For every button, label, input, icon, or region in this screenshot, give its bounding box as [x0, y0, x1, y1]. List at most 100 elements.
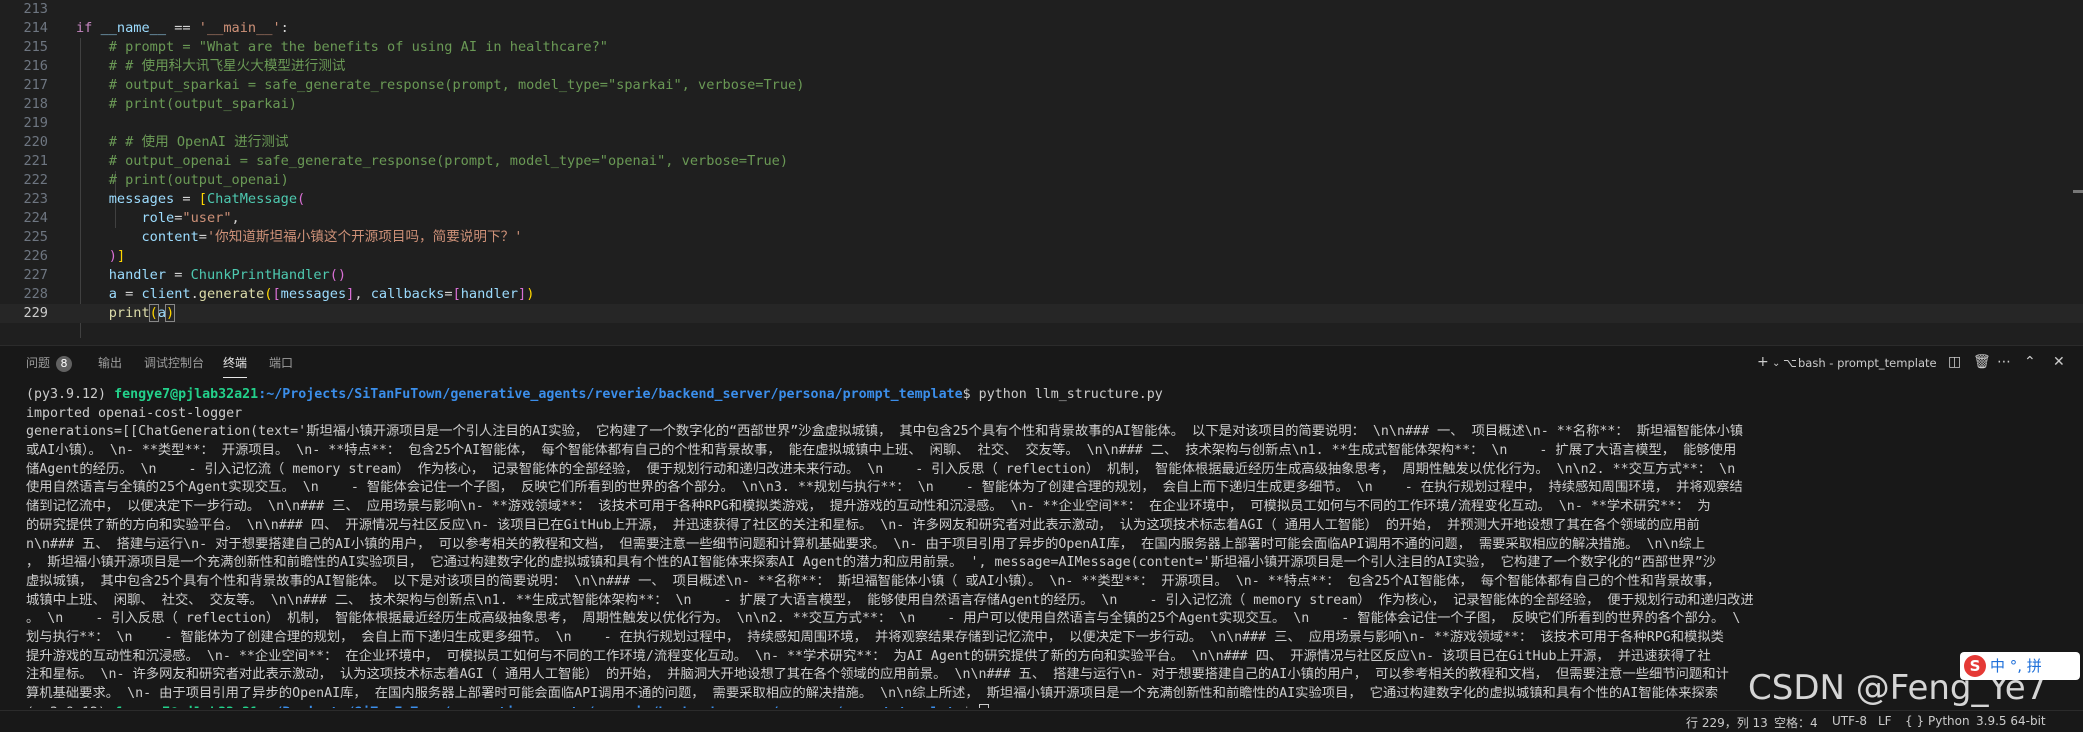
tab-problems[interactable]: 问题 8 — [26, 355, 73, 377]
code-line[interactable]: 225 content='你知道斯坦福小镇这个开源项目吗，简要说明下？' — [0, 228, 2083, 247]
indentation-setting[interactable]: 空格：4 — [1774, 714, 1818, 731]
bottom-panel: 问题 8 输出 调试控制台 终端 端口 + ⌄ ⌥ bash - prompt_t… — [0, 345, 2083, 711]
code-comment: # # 使用科大讯飞星火大模型进行测试 — [108, 58, 346, 74]
tab-label: 输出 — [98, 356, 123, 370]
terminal-line: ， 斯坦福小镇开源项目是一个充满创新性和前瞻性的AI实验项目， 它通过构建数字化… — [26, 555, 1717, 571]
code-line[interactable]: 215 # prompt = "What are the benefits of… — [0, 38, 2083, 57]
code-token: print — [108, 305, 150, 321]
code-comment: # # 使用 OpenAI 进行测试 — [108, 134, 289, 150]
close-panel-icon[interactable]: ✕ — [2053, 354, 2065, 370]
line-number: 221 — [23, 153, 48, 169]
trash-icon[interactable]: 🗑 — [1973, 354, 1991, 370]
code-line[interactable]: 221 # output_openai = safe_generate_resp… — [0, 152, 2083, 171]
line-number: 214 — [23, 20, 48, 36]
code-line[interactable]: 226 )] — [0, 247, 2083, 266]
terminal-icon: ⌥ — [1783, 356, 1797, 370]
line-number: 224 — [23, 210, 48, 226]
tab-label: 终端 — [223, 356, 248, 370]
code-token: a — [157, 305, 167, 321]
panel-tabs: 问题 8 输出 调试控制台 终端 端口 + ⌄ ⌥ bash - prompt_t… — [0, 346, 2083, 380]
tab-output[interactable]: 输出 — [98, 355, 122, 377]
code-editor[interactable]: 213 214 if __name__ == '__main__': 215 # … — [0, 0, 2083, 338]
split-terminal-icon[interactable]: ◫ — [1948, 354, 1961, 370]
terminal-line: 储Agent的经历。 \n - 引入记忆流（ memory stream） 作为… — [26, 461, 1736, 477]
watermark: CSDN @Feng_Ye7 — [1748, 668, 2048, 708]
maximize-panel-icon[interactable]: ⌃ — [2024, 354, 2036, 370]
cwd-path: :~/Projects/SiTanFuTown/generative_agent… — [258, 705, 962, 708]
code-line-current[interactable]: 229 print(a) — [0, 304, 2083, 323]
language-status-icon[interactable]: { } — [1905, 714, 1924, 728]
terminal-line: 的研究提供了新的方向和实验平台。 \n\n### 四、 开源情况与社区反应\n-… — [26, 517, 1700, 533]
terminal-prompt: $ — [963, 705, 979, 708]
code-line[interactable]: 228 a = client.generate([messages], call… — [0, 285, 2083, 304]
terminal-line: imported openai-cost-logger — [26, 405, 243, 421]
line-number: 219 — [23, 115, 48, 131]
tab-terminal[interactable]: 终端 — [223, 355, 248, 378]
code-token: callbacks — [370, 286, 445, 302]
code-token: = — [174, 191, 199, 207]
python-env: (py3.9.12) — [26, 705, 106, 708]
code-token: messages — [108, 191, 175, 207]
code-token: __name__ — [100, 20, 167, 36]
status-bar: 行 229，列 13 空格：4 UTF-8 LF { } Python 3.9.… — [0, 710, 2083, 732]
code-line[interactable]: 220 # # 使用 OpenAI 进行测试 — [0, 133, 2083, 152]
more-actions-icon[interactable]: ⋯ — [1997, 354, 2011, 370]
code-comment: # prompt = "What are the benefits of usi… — [108, 39, 608, 55]
code-comment: # output_openai = safe_generate_response… — [108, 153, 789, 169]
code-line[interactable]: 227 handler = ChunkPrintHandler() — [0, 266, 2083, 285]
code-line[interactable]: 223 messages = [ChatMessage( — [0, 190, 2083, 209]
code-line[interactable]: 218 # print(output_sparkai) — [0, 95, 2083, 114]
line-number: 215 — [23, 39, 48, 55]
terminal-name[interactable]: bash - prompt_template — [1798, 356, 1937, 370]
line-number: 229 — [23, 305, 48, 321]
line-number: 222 — [23, 172, 48, 188]
terminal-line: 使用自然语言与全镇的25个Agent实现交互。 \n - 智能体会记住一个子图，… — [26, 480, 1743, 496]
code-token: generate — [198, 286, 265, 302]
tab-label: 端口 — [269, 356, 294, 370]
chevron-down-icon[interactable]: ⌄ — [1772, 358, 1780, 369]
code-token: == — [166, 20, 199, 36]
user-host: fengye7@pjlab32a21 — [114, 705, 258, 708]
code-line[interactable]: 216 # # 使用科大讯飞星火大模型进行测试 — [0, 57, 2083, 76]
terminal-line: 或AI小镇）。 \n- **类型**： 开源项目。 \n- **特点**： 包含… — [26, 443, 1737, 459]
tab-ports[interactable]: 端口 — [269, 355, 293, 377]
code-token: "user" — [182, 210, 232, 226]
language-mode[interactable]: Python — [1928, 714, 1970, 728]
tab-debug-console[interactable]: 调试控制台 — [144, 355, 204, 377]
code-token: client — [141, 286, 191, 302]
line-number: 218 — [23, 96, 48, 112]
python-interpreter[interactable]: 3.9.5 64-bit — [1976, 714, 2046, 728]
code-token: '__main__' — [198, 20, 281, 36]
line-number: 225 — [23, 229, 48, 245]
code-line[interactable]: 217 # output_sparkai = safe_generate_res… — [0, 76, 2083, 95]
code-token: : — [280, 20, 289, 36]
terminal-line: 城镇中上班、 闲聊、 社交、 交友等。 \n\n### 二、 技术架构与创新点\… — [26, 592, 1754, 608]
code-line[interactable]: 219 — [0, 114, 2083, 133]
line-number: 228 — [23, 286, 48, 302]
line-number: 227 — [23, 267, 48, 283]
line-number: 220 — [23, 134, 48, 150]
code-line[interactable]: 214 if __name__ == '__main__': — [0, 19, 2083, 38]
line-ending[interactable]: LF — [1878, 714, 1892, 728]
user-host: fengye7@pjlab32a21 — [114, 387, 259, 402]
terminal-line: 虚拟城镇， 其中包含25个具有个性和背景故事的AI智能体。 以下是对该项目的简要… — [26, 573, 1721, 589]
code-token: ChunkPrintHandler — [190, 267, 330, 283]
code-line[interactable]: 222 # print(output_openai) — [0, 171, 2083, 190]
line-number: 223 — [23, 191, 48, 207]
line-number: 216 — [23, 58, 48, 74]
code-comment: # output_sparkai = safe_generate_respons… — [108, 77, 805, 93]
tab-label: 调试控制台 — [144, 356, 205, 370]
minimap-marker[interactable] — [2073, 190, 2083, 193]
code-line[interactable]: 213 — [0, 0, 2083, 19]
new-terminal-plus-icon[interactable]: + — [1757, 354, 1769, 370]
terminal-output[interactable]: (py3.9.12) fengye7@pjlab32a21:~/Projects… — [26, 386, 2076, 708]
cursor-position[interactable]: 行 229，列 13 — [1686, 714, 1768, 731]
cwd-path: :~/Projects/SiTanFuTown/generative_agent… — [258, 387, 963, 402]
code-line[interactable]: 224 role="user", — [0, 209, 2083, 228]
code-comment: # print(output_sparkai) — [108, 96, 297, 112]
problems-count-badge: 8 — [56, 356, 73, 372]
terminal-line: 划与执行**： \n - 智能体为了创建合理的规划， 会自上而下递归生成更多细节… — [26, 629, 1724, 645]
file-encoding[interactable]: UTF-8 — [1832, 714, 1867, 728]
code-token: messages — [280, 286, 347, 302]
terminal-command: $ python llm_structure.py — [962, 387, 1163, 402]
